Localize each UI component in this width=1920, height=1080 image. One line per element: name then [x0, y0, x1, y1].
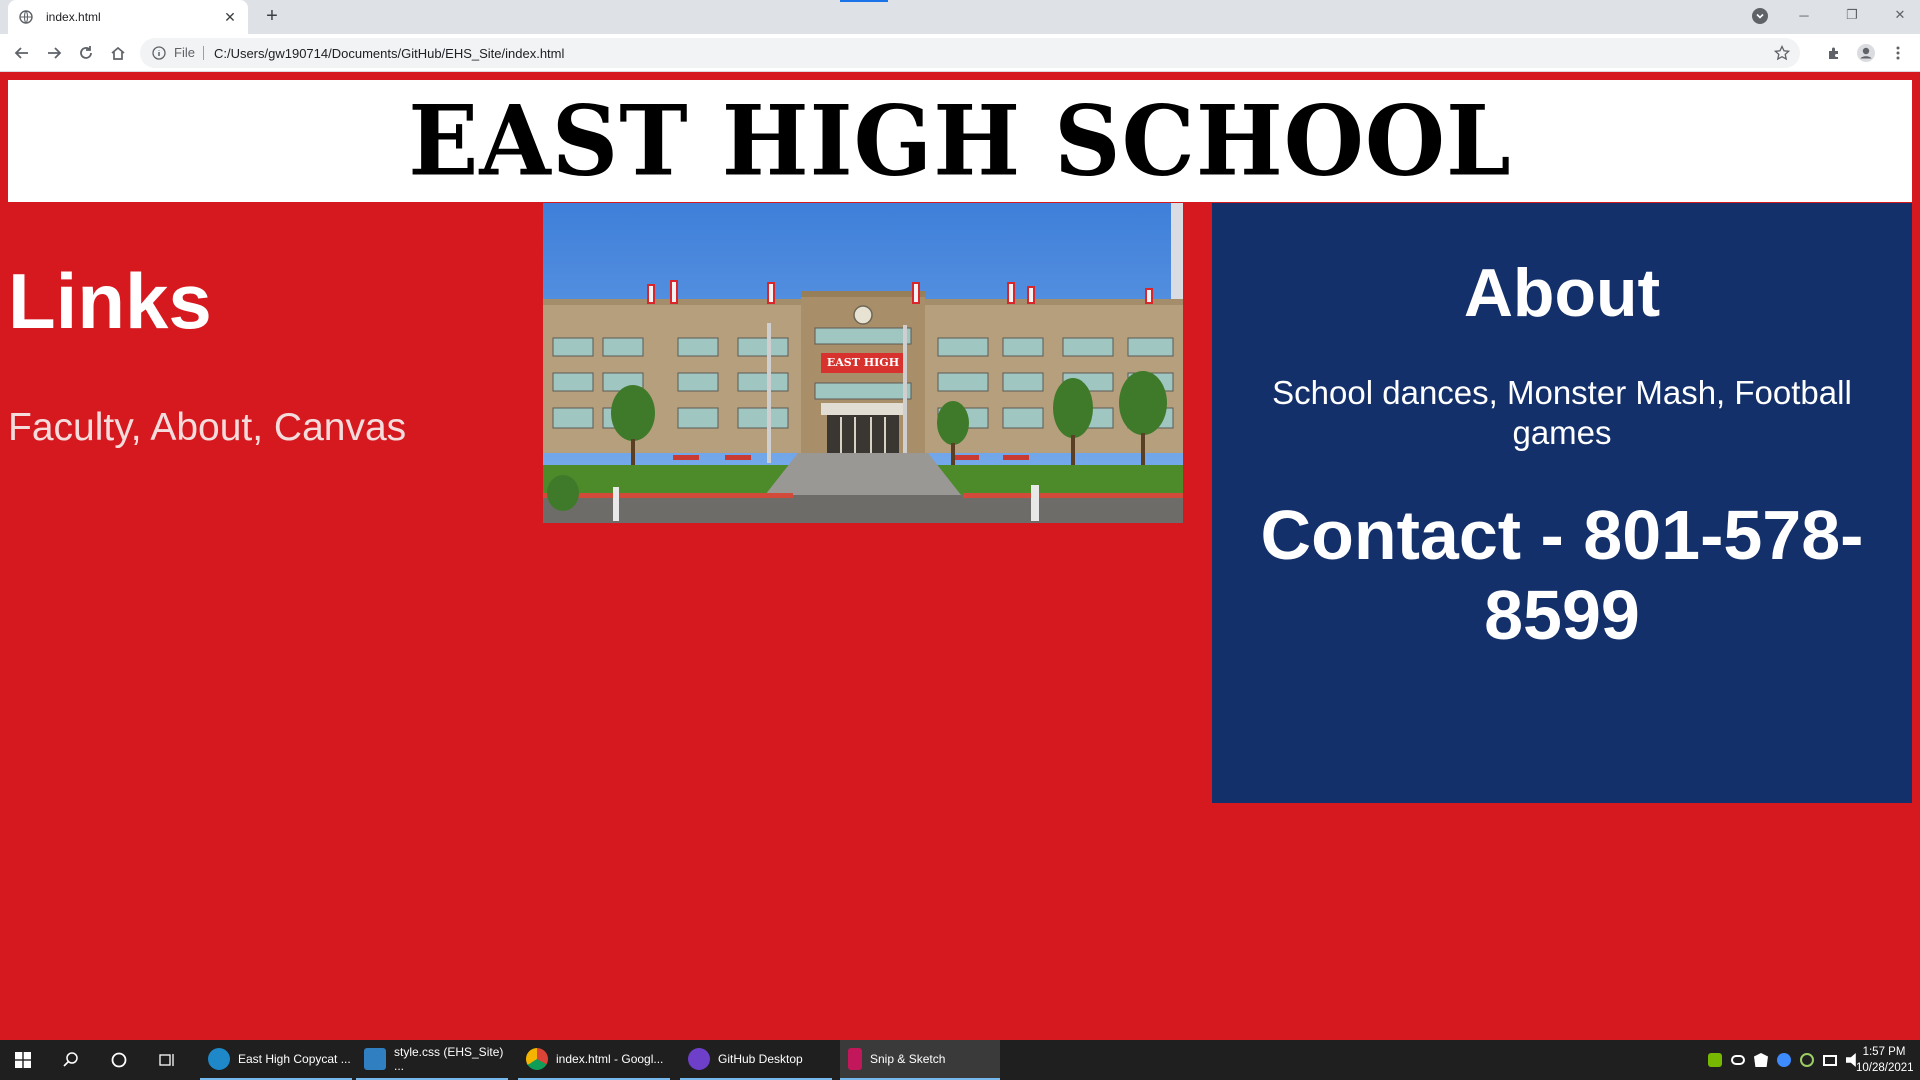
- menu-kebab-icon[interactable]: [1888, 43, 1908, 63]
- brackets-icon: [364, 1048, 386, 1070]
- school-building-photo: EAST HIGH: [543, 203, 1183, 523]
- onedrive-icon[interactable]: [1731, 1055, 1745, 1065]
- github-desktop-icon: [688, 1048, 710, 1070]
- minimize-icon[interactable]: ─: [1784, 0, 1824, 30]
- tab-strip: index.html ✕ + ─ ❐ ✕: [0, 0, 1920, 34]
- school-sign-text: EAST HIGH: [827, 356, 899, 369]
- taskbar-app-github-desktop[interactable]: GitHub Desktop: [680, 1040, 832, 1080]
- search-icon[interactable]: [48, 1040, 94, 1080]
- taskbar-app-label: index.html - Googl...: [556, 1052, 664, 1066]
- address-bar[interactable]: File C:/Users/gw190714/Documents/GitHub/…: [140, 38, 1800, 68]
- windows-taskbar: East High Copycat ... style.css (EHS_Sit…: [0, 1040, 1920, 1080]
- taskbar-app-label: style.css (EHS_Site) ...: [394, 1045, 504, 1073]
- links-list-text: Faculty, About, Canvas: [8, 406, 407, 449]
- edge-icon: [208, 1048, 230, 1070]
- site-title: EAST HIGH SCHOOL: [408, 84, 1512, 198]
- tab-title: index.html: [46, 10, 101, 24]
- globe-icon: [18, 9, 34, 25]
- tab-search-icon[interactable]: [1752, 8, 1768, 24]
- forward-icon[interactable]: [42, 41, 66, 65]
- about-heading: About: [1463, 255, 1661, 331]
- taskbar-app-label: Snip & Sketch: [870, 1052, 946, 1066]
- links-section: Links Faculty, About, Canvas: [8, 202, 538, 450]
- snip-sketch-icon: [848, 1048, 862, 1070]
- taskbar-app-label: GitHub Desktop: [718, 1052, 803, 1066]
- update-icon[interactable]: [1800, 1053, 1814, 1067]
- restore-icon[interactable]: ❐: [1832, 0, 1872, 30]
- about-section: About School dances, Monster Mash, Footb…: [1212, 203, 1912, 803]
- display-icon[interactable]: [1823, 1054, 1837, 1066]
- taskbar-app-brackets[interactable]: style.css (EHS_Site) ...: [356, 1040, 508, 1080]
- profile-indicator: [840, 0, 888, 2]
- clock-time: 1:57 PM: [1862, 1046, 1906, 1058]
- web-page: EAST HIGH SCHOOL Links Faculty, About, C…: [0, 72, 1920, 1040]
- nvidia-icon[interactable]: [1708, 1053, 1722, 1067]
- links-heading: Links: [8, 257, 212, 345]
- url-text[interactable]: C:/Users/gw190714/Documents/GitHub/EHS_S…: [214, 46, 564, 61]
- new-tab-button[interactable]: +: [260, 5, 284, 29]
- reload-icon[interactable]: [74, 41, 98, 65]
- taskbar-app-edge[interactable]: East High Copycat ...: [200, 1040, 352, 1080]
- contact-heading: Contact - 801-578-8599: [1260, 496, 1864, 654]
- profile-avatar-icon[interactable]: [1856, 43, 1876, 63]
- info-icon[interactable]: [152, 46, 166, 60]
- back-icon[interactable]: [10, 41, 34, 65]
- system-clock[interactable]: 1:57 PM 10/28/2021: [1856, 1044, 1914, 1076]
- extensions-icon[interactable]: [1824, 43, 1844, 63]
- browser-toolbar: File C:/Users/gw190714/Documents/GitHub/…: [0, 34, 1920, 72]
- cortana-icon[interactable]: [96, 1040, 142, 1080]
- bookmark-star-icon[interactable]: [1774, 45, 1790, 61]
- taskbar-app-chrome[interactable]: index.html - Googl...: [518, 1040, 670, 1080]
- chrome-icon: [526, 1048, 548, 1070]
- taskbar-app-label: East High Copycat ...: [238, 1052, 351, 1066]
- windows-start-icon[interactable]: [0, 1040, 46, 1080]
- close-window-icon[interactable]: ✕: [1880, 0, 1920, 30]
- system-tray: [1708, 1040, 1860, 1080]
- clock-date: 10/28/2021: [1856, 1062, 1914, 1074]
- close-tab-icon[interactable]: ✕: [222, 9, 238, 26]
- network-shield-icon[interactable]: [1754, 1053, 1768, 1067]
- home-icon[interactable]: [106, 41, 130, 65]
- about-text: School dances, Monster Mash, Football ga…: [1272, 374, 1852, 451]
- scheme-label: File: [174, 46, 204, 60]
- tab-index-html[interactable]: index.html ✕: [8, 0, 248, 34]
- task-view-icon[interactable]: [144, 1040, 190, 1080]
- taskbar-app-snip-sketch[interactable]: Snip & Sketch: [840, 1040, 1000, 1080]
- bluetooth-icon[interactable]: [1777, 1053, 1791, 1067]
- site-header: EAST HIGH SCHOOL: [8, 80, 1912, 202]
